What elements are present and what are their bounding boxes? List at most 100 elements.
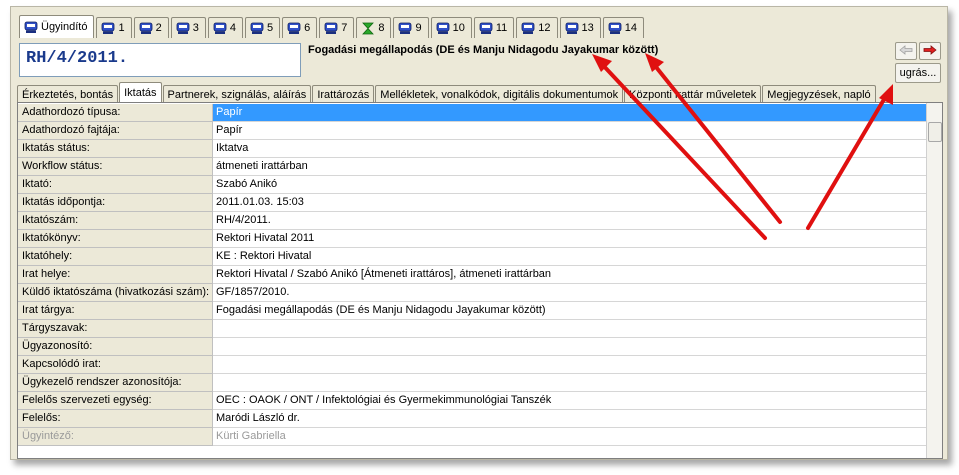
field-row[interactable]: Ügyazonosító: bbox=[18, 338, 926, 356]
field-label: Irat helye: bbox=[18, 266, 213, 284]
next-button[interactable] bbox=[919, 42, 941, 60]
field-row[interactable]: Workflow státus: átmeneti irattárban bbox=[18, 158, 926, 176]
field-row[interactable]: Iktató: Szabó Anikó bbox=[18, 176, 926, 194]
field-row[interactable]: Iktatás státus: Iktatva bbox=[18, 140, 926, 158]
record-tab-label: 7 bbox=[341, 22, 348, 34]
document-stamp-icon bbox=[398, 22, 412, 35]
field-row[interactable]: Felelős szervezeti egység: OEC : OAOK / O… bbox=[18, 392, 926, 410]
record-tab-8[interactable]: 8 bbox=[356, 17, 392, 38]
record-tab-label: 11 bbox=[495, 22, 508, 34]
field-label: Irat tárgya: bbox=[18, 302, 213, 320]
field-value[interactable]: RH/4/2011. bbox=[213, 212, 926, 230]
record-tab-label: 13 bbox=[581, 22, 594, 34]
field-label: Küldő iktatószáma (hivatkozási szám): bbox=[18, 284, 213, 302]
field-row[interactable]: Adathordozó típusa: Papír bbox=[18, 104, 926, 122]
section-tab[interactable]: Megjegyzések, napló bbox=[762, 85, 876, 103]
field-value[interactable]: Szabó Anikó bbox=[213, 176, 926, 194]
record-tab-strip: Ügyindító 1 2 3 4 5 6 7 8 9 10 11 12 13 14 bbox=[19, 15, 646, 38]
record-tab-label: 14 bbox=[624, 22, 638, 34]
field-value[interactable]: átmeneti irattárban bbox=[213, 158, 926, 176]
record-tab-2[interactable]: 2 bbox=[133, 17, 169, 38]
scrollbar-thumb[interactable] bbox=[928, 122, 942, 142]
document-stamp-icon bbox=[213, 22, 227, 35]
field-label: Tárgyszavak: bbox=[18, 320, 213, 338]
record-tab-ugyindito[interactable]: Ügyindító bbox=[19, 15, 95, 38]
field-value[interactable]: OEC : OAOK / ONT / Infektológiai és Gyer… bbox=[213, 392, 926, 410]
field-label: Adathordozó fajtája: bbox=[18, 122, 213, 140]
record-tab-label: Ügyindító bbox=[41, 21, 88, 33]
previous-button[interactable] bbox=[895, 42, 917, 60]
section-tab[interactable]: Mellékletek, vonalkódok, digitális dokum… bbox=[375, 85, 624, 103]
record-tab-10[interactable]: 10 bbox=[430, 17, 472, 38]
record-tab-13[interactable]: 13 bbox=[559, 17, 601, 38]
record-tab-3[interactable]: 3 bbox=[170, 17, 206, 38]
field-label: Iktatószám: bbox=[18, 212, 213, 230]
field-value[interactable]: Rektori Hivatal / Szabó Anikó [Átmeneti … bbox=[213, 266, 926, 284]
section-tab[interactable]: Központi irattár műveletek bbox=[624, 85, 762, 103]
section-tab[interactable]: Irattározás bbox=[312, 85, 375, 103]
field-label: Workflow státus: bbox=[18, 158, 213, 176]
record-tab-label: 2 bbox=[155, 22, 162, 34]
record-tab-label: 8 bbox=[378, 22, 385, 34]
vertical-scrollbar[interactable] bbox=[926, 103, 942, 458]
section-tab[interactable]: Érkeztetés, bontás bbox=[17, 85, 119, 103]
field-value[interactable]: Maródi László dr. bbox=[213, 410, 926, 428]
document-stamp-icon bbox=[479, 22, 493, 35]
field-row[interactable]: Tárgyszavak: bbox=[18, 320, 926, 338]
section-tab[interactable]: Partnerek, szignálás, aláírás bbox=[162, 85, 312, 103]
record-tab-6[interactable]: 6 bbox=[282, 17, 318, 38]
field-row[interactable]: Iktatás időpontja: 2011.01.03. 15:03 bbox=[18, 194, 926, 212]
arrow-right-icon bbox=[923, 44, 937, 58]
field-value[interactable] bbox=[213, 356, 926, 374]
field-row[interactable]: Irat tárgya: Fogadási megállapodás (DE és… bbox=[18, 302, 926, 320]
field-value[interactable] bbox=[213, 320, 926, 338]
document-stamp-icon bbox=[521, 22, 535, 35]
document-stamp-icon bbox=[101, 22, 115, 35]
field-row[interactable]: Irat helye: Rektori Hivatal / Szabó Anikó… bbox=[18, 266, 926, 284]
document-stamp-icon bbox=[24, 21, 38, 34]
document-subject-title: Fogadási megállapodás (DE és Manju Nidag… bbox=[308, 44, 659, 56]
field-value[interactable]: KE : Rektori Hivatal bbox=[213, 248, 926, 266]
field-value[interactable]: Kürti Gabriella bbox=[213, 428, 926, 446]
section-tab[interactable]: Iktatás bbox=[119, 82, 162, 103]
field-value[interactable]: Papír bbox=[213, 122, 926, 140]
record-tab-5[interactable]: 5 bbox=[244, 17, 281, 38]
field-label: Adathordozó típusa: bbox=[18, 104, 213, 122]
field-row[interactable]: Iktatóhely: KE : Rektori Hivatal bbox=[18, 248, 926, 266]
field-label: Iktatás státus: bbox=[18, 140, 213, 158]
field-row[interactable]: Kapcsolódó irat: bbox=[18, 356, 926, 374]
record-tab-label: 5 bbox=[266, 22, 274, 34]
field-value[interactable]: Papír bbox=[213, 104, 926, 122]
section-tabs: Érkeztetés, bontás Iktatás Partnerek, szig… bbox=[17, 82, 877, 103]
field-value[interactable]: Fogadási megállapodás (DE és Manju Nidag… bbox=[213, 302, 926, 320]
record-tab-12[interactable]: 12 bbox=[516, 17, 558, 38]
field-row[interactable]: Felelős: Maródi László dr. bbox=[18, 410, 926, 428]
field-value[interactable]: Iktatva bbox=[213, 140, 926, 158]
field-row[interactable]: Küldő iktatószáma (hivatkozási szám): GF/… bbox=[18, 284, 926, 302]
field-value[interactable] bbox=[213, 374, 926, 392]
record-tab-9[interactable]: 9 bbox=[393, 17, 429, 38]
document-stamp-icon bbox=[139, 22, 153, 35]
field-row[interactable]: Adathordozó fajtája: Papír bbox=[18, 122, 926, 140]
document-stamp-icon bbox=[287, 22, 301, 35]
record-tab-1[interactable]: 1 bbox=[96, 17, 132, 38]
field-value[interactable] bbox=[213, 338, 926, 356]
record-tab-label: 9 bbox=[415, 22, 422, 34]
record-tab-14[interactable]: 14 bbox=[602, 17, 645, 38]
record-tab-4[interactable]: 4 bbox=[207, 17, 243, 38]
field-label: Iktatókönyv: bbox=[18, 230, 213, 248]
field-grid: Adathordozó típusa: Papír Adathordozó fajt… bbox=[17, 102, 943, 459]
record-tab-11[interactable]: 11 bbox=[473, 17, 515, 38]
field-label: Felelős szervezeti egység: bbox=[18, 392, 213, 410]
registration-number-box: RH/4/2011. bbox=[19, 43, 301, 77]
field-value[interactable]: 2011.01.03. 15:03 bbox=[213, 194, 926, 212]
field-row[interactable]: Iktatókönyv: Rektori Hivatal 2011 bbox=[18, 230, 926, 248]
document-stamp-icon bbox=[565, 22, 579, 35]
field-value[interactable]: GF/1857/2010. bbox=[213, 284, 926, 302]
field-row[interactable]: Ügyintéző: Kürti Gabriella bbox=[18, 428, 926, 446]
field-value[interactable]: Rektori Hivatal 2011 bbox=[213, 230, 926, 248]
field-row[interactable]: Ügykezelő rendszer azonosítója: bbox=[18, 374, 926, 392]
record-tab-7[interactable]: 7 bbox=[319, 17, 355, 38]
field-row[interactable]: Iktatószám: RH/4/2011. bbox=[18, 212, 926, 230]
jump-button[interactable]: ugrás... bbox=[895, 63, 941, 83]
